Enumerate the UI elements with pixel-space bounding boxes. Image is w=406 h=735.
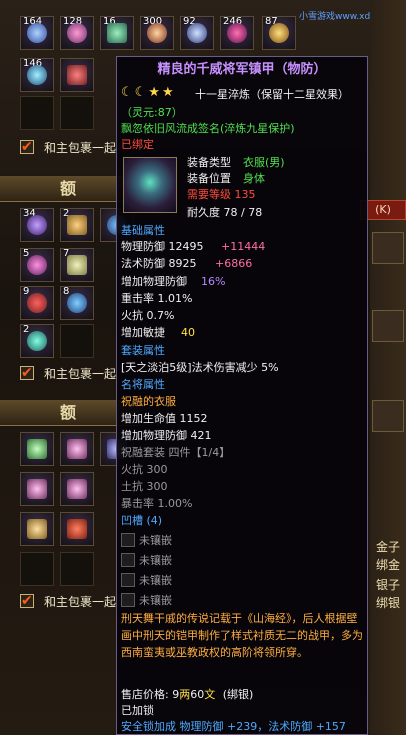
gift-box-icon[interactable] [372, 400, 404, 432]
checkbox-checked[interactable] [20, 591, 34, 611]
socket-row: 未镶嵌 [121, 531, 361, 549]
socket-row: 未镶嵌 [121, 551, 361, 569]
inventory-slot[interactable] [20, 432, 54, 466]
equip-type-value: 衣服(男) [243, 156, 285, 169]
add-agility-label: 增加敏捷 [121, 326, 165, 339]
phys-def-bonus2: 增加物理防御 421 [121, 429, 212, 442]
level-requirement: 需要等级 135 [187, 188, 256, 201]
spirit-value: （灵元:87） [121, 106, 183, 119]
inventory-slot[interactable] [60, 432, 94, 466]
phys-def-bonus: +11444 [221, 240, 266, 253]
empty-slot[interactable] [60, 324, 94, 358]
socket-row: 未镶嵌 [121, 571, 361, 589]
durability: 耐久度 78 / 78 [187, 206, 263, 219]
empty-slot[interactable] [60, 552, 94, 586]
empty-socket-icon [121, 593, 135, 607]
sell-gold-unit: 两 [179, 688, 191, 701]
empty-slot[interactable] [60, 96, 94, 130]
inventory-slot[interactable]: 2 [20, 324, 54, 358]
sell-silver-unit: 文 [204, 688, 216, 701]
gold-label: 金子 [375, 540, 400, 554]
crit-rate-2: 暴击率 1.00% [121, 497, 193, 510]
equip-type-label: 装备类型 [187, 156, 231, 169]
item-title: 精良的千威将军镇甲（物防） [157, 62, 327, 77]
named-attr-header: 名将属性 [121, 378, 165, 391]
blessing-header: 祝融的衣服 [121, 395, 176, 408]
inventory-slot[interactable]: 34 [20, 208, 54, 242]
sockets-header: 凹槽 (4) [121, 514, 163, 527]
add-agility-value: 40 [181, 326, 195, 339]
sell-bind: (绑银) [222, 688, 254, 701]
socket-row: 未镶嵌 [121, 591, 361, 609]
safe-lock-bonus: 安全锁加成 物理防御 +239，法术防御 +157 [121, 720, 346, 733]
crit-rate: 重击率 1.01% [121, 292, 193, 305]
inventory-slot[interactable]: 16 [100, 16, 134, 50]
inventory-slot[interactable] [60, 512, 94, 546]
right-side-panel [370, 0, 406, 735]
inventory-slot[interactable]: 300 [140, 16, 174, 50]
inventory-slot[interactable]: 128 [60, 16, 94, 50]
armor-portrait-icon [123, 157, 177, 213]
equip-pos-value: 身体 [243, 172, 265, 185]
inventory-slot[interactable]: 246 [220, 16, 254, 50]
mag-def: 法术防御 8925 [121, 257, 197, 270]
item-description: 刑天舞干戚的传说记载于《山海经》，后人根据壁画中刑天的铠甲制作了样式衬质无二的战… [121, 612, 363, 659]
inventory-slot[interactable]: 92 [180, 16, 214, 50]
inventory-slot[interactable]: 164 [20, 16, 54, 50]
sell-price-label: 售店价格: [121, 688, 169, 701]
set-attr-header: 套装属性 [121, 344, 165, 357]
empty-socket-icon [121, 573, 135, 587]
inventory-slot[interactable]: 87 [262, 16, 296, 50]
fire-resistance-2: 火抗 300 [121, 463, 168, 476]
base-attr-header: 基础属性 [121, 224, 165, 237]
empty-slot[interactable] [20, 96, 54, 130]
empty-slot[interactable] [20, 552, 54, 586]
inventory-slot[interactable]: 9 [20, 286, 54, 320]
bound-silver-label: 绑银 [375, 596, 400, 610]
sell-silver: 60 [190, 688, 205, 701]
inventory-slot[interactable]: 8 [60, 286, 94, 320]
inventory-slot[interactable] [20, 512, 54, 546]
inventory-slot[interactable]: 5 [20, 248, 54, 282]
checkbox-checked[interactable] [20, 137, 34, 157]
fire-resistance: 火抗 0.7% [121, 309, 175, 322]
earth-resistance: 土抗 300 [121, 480, 168, 493]
set-bonus: [天之淡泊5级]法术伤害减少 5% [121, 361, 279, 374]
bound-gold-label: 绑金 [375, 558, 400, 572]
locked-status: 已加锁 [121, 704, 154, 717]
mag-def-bonus: +6866 [215, 257, 253, 270]
checkbox-checked[interactable] [20, 363, 34, 383]
inventory-slot[interactable]: 2 [60, 208, 94, 242]
moon-star-icons: ☾☾★★ [121, 85, 176, 100]
item-tooltip: 精良的千威将军镇甲（物防） ☾☾★★ 十一星淬炼（保留十二星效果） （灵元:87… [116, 56, 368, 735]
hp-bonus: 增加生命值 1152 [121, 412, 208, 425]
blessing-set: 祝融套装 四件【1/4】 [121, 446, 231, 459]
silver-label: 银子 [375, 578, 400, 592]
right-slot[interactable] [372, 310, 404, 342]
inventory-slot[interactable]: 7 [60, 248, 94, 282]
bound-status: 已绑定 [121, 138, 154, 151]
inventory-slot[interactable] [20, 472, 54, 506]
empty-socket-icon [121, 553, 135, 567]
inventory-slot[interactable]: 146 [20, 58, 54, 92]
star-refine: 十一星淬炼（保留十二星效果） [195, 88, 349, 101]
inventory-slot[interactable] [60, 472, 94, 506]
empty-socket-icon [121, 533, 135, 547]
sell-price: 售店价格: 9两60文 (绑银) [121, 687, 253, 702]
phys-def: 物理防御 12495 [121, 240, 204, 253]
add-phys-def-value: 16% [201, 275, 226, 288]
signature: 飘忽依旧风流成签名(淬炼九星保护) [121, 122, 295, 135]
right-slot[interactable] [372, 232, 404, 264]
add-phys-def-label: 增加物理防御 [121, 275, 187, 288]
equip-pos-label: 装备位置 [187, 172, 231, 185]
inventory-slot[interactable] [60, 58, 94, 92]
